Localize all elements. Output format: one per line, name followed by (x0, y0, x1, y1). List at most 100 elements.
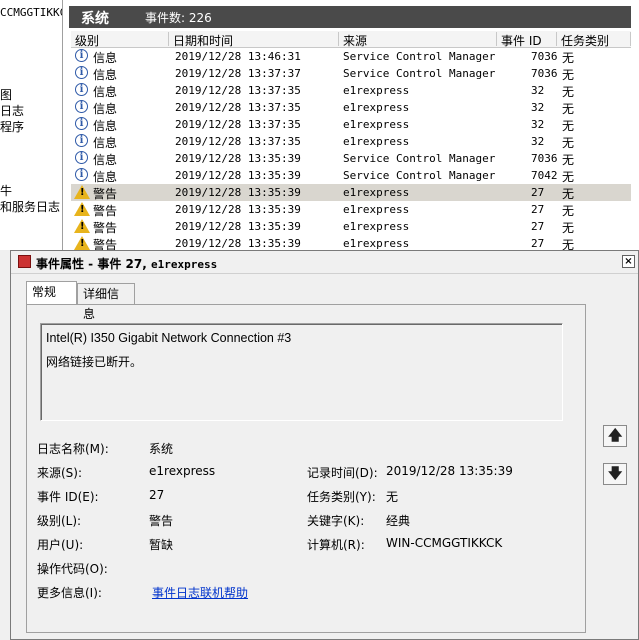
table-row[interactable]: i 信息 2019/12/28 13:35:39 Service Control Ma… (71, 150, 631, 167)
info-icon: i (75, 49, 88, 62)
event-viewer-icon (18, 255, 31, 268)
task-cell: 无 (562, 51, 575, 65)
column-header-source[interactable]: 来源 (339, 32, 497, 48)
table-row[interactable]: i 信息 2019/12/28 13:37:35 e1rexpress 32 无 (71, 133, 631, 150)
level-cell: 信息 (93, 136, 118, 150)
info-icon: i (75, 66, 88, 79)
task-category-label: 任务类别(Y): (307, 490, 376, 504)
source-cell: Service Control Manager (343, 67, 496, 80)
task-category-value: 无 (386, 490, 399, 504)
navigation-tree: CCMGGTIKKC 图 日志 程序 牛 和服务日志 (0, 0, 62, 250)
logged-value: 2019/12/28 13:35:39 (386, 464, 513, 478)
warning-icon (74, 202, 90, 216)
task-cell: 无 (562, 187, 575, 201)
keywords-label: 关键字(K): (307, 514, 365, 528)
next-event-button[interactable]: 🡇 (603, 463, 627, 485)
description-line: 网络链接已断开。 (46, 355, 143, 369)
table-row[interactable]: i 信息 2019/12/28 13:37:37 Service Control Ma… (71, 65, 631, 82)
info-icon: i (75, 100, 88, 113)
tree-host-label[interactable]: CCMGGTIKKC (0, 6, 62, 19)
event-rows: i 信息 2019/12/28 13:46:31 Service Control Ma… (71, 48, 631, 250)
level-label: 级别(L): (37, 514, 82, 528)
table-row[interactable]: 警告 2019/12/28 13:35:39 e1rexpress 27 无 (71, 218, 631, 235)
computer-value: WIN-CCMGGTIKKCK (386, 536, 503, 550)
event-id-cell: 7036 (531, 152, 558, 165)
datetime-cell: 2019/12/28 13:35:39 (175, 186, 301, 199)
datetime-cell: 2019/12/28 13:35:39 (175, 152, 301, 165)
info-icon: i (75, 117, 88, 130)
table-row[interactable]: 警告 2019/12/28 13:35:39 e1rexpress 27 无 (71, 201, 631, 218)
event-id-cell: 7036 (531, 67, 558, 80)
close-icon[interactable]: × (622, 255, 635, 268)
source-label: 来源(S): (37, 466, 83, 480)
column-header-task[interactable]: 任务类别 (557, 32, 631, 48)
event-id-cell: 32 (531, 118, 545, 131)
previous-event-button[interactable]: 🡅 (603, 425, 627, 447)
level-value: 警告 (149, 514, 174, 528)
source-cell: e1rexpress (343, 135, 410, 148)
datetime-cell: 2019/12/28 13:35:39 (175, 169, 301, 182)
datetime-cell: 2019/12/28 13:35:39 (175, 237, 301, 250)
log-name-value: 系统 (149, 442, 174, 456)
task-cell: 无 (562, 85, 575, 99)
level-cell: 信息 (93, 102, 118, 116)
datetime-cell: 2019/12/28 13:37:35 (175, 135, 301, 148)
event-id-cell: 32 (531, 135, 545, 148)
event-count: 事件数: 226 (145, 11, 212, 25)
info-icon: i (75, 168, 88, 181)
log-title: 系统 (81, 11, 109, 27)
task-cell: 无 (562, 68, 575, 82)
tab-general[interactable]: 常规 (26, 281, 77, 305)
event-id-cell: 27 (531, 203, 545, 216)
event-id-cell: 27 (531, 220, 545, 233)
level-cell: 信息 (93, 119, 118, 133)
datetime-cell: 2019/12/28 13:35:39 (175, 220, 301, 233)
table-row[interactable]: i 信息 2019/12/28 13:46:31 Service Control Ma… (71, 48, 631, 65)
datetime-cell: 2019/12/28 13:37:35 (175, 118, 301, 131)
log-name-label: 日志名称(M): (37, 442, 109, 456)
tree-item[interactable]: 和服务日志 (0, 198, 60, 215)
tree-item[interactable]: 牛 (0, 182, 12, 199)
event-id-cell: 7036 (531, 50, 558, 63)
task-cell: 无 (562, 136, 575, 150)
level-cell: 信息 (93, 68, 118, 82)
table-row[interactable]: i 信息 2019/12/28 13:37:35 e1rexpress 32 无 (71, 99, 631, 116)
keywords-value: 经典 (386, 514, 411, 528)
table-row[interactable]: 警告 2019/12/28 13:35:39 e1rexpress 27 无 (71, 235, 631, 250)
table-row[interactable]: 警告 2019/12/28 13:35:39 e1rexpress 27 无 (71, 184, 631, 201)
column-header-event-id[interactable]: 事件 ID (497, 32, 557, 48)
level-cell: 警告 (93, 221, 118, 235)
event-id-cell: 32 (531, 101, 545, 114)
info-icon: i (75, 83, 88, 96)
online-help-link[interactable]: 事件日志联机帮助 (152, 584, 248, 601)
source-cell: e1rexpress (343, 220, 410, 233)
tree-item[interactable]: 日志 (0, 102, 24, 119)
dialog-title-source: e1rexpress (150, 258, 218, 271)
source-cell: Service Control Manager (343, 50, 496, 63)
event-id-value: 27 (149, 488, 165, 502)
dialog-titlebar[interactable]: 事件属性 - 事件 27, e1rexpress × (11, 251, 638, 274)
table-row[interactable]: i 信息 2019/12/28 13:37:35 e1rexpress 32 无 (71, 116, 631, 133)
level-cell: 警告 (93, 187, 118, 201)
dialog-title: 事件属性 - 事件 27, e1rexpress (36, 255, 217, 272)
event-list-pane: 系统 事件数: 226 级别 日期和时间 来源 事件 ID 任务类别 i 信息 20… (62, 0, 639, 250)
info-icon: i (75, 134, 88, 147)
warning-icon (74, 185, 90, 199)
computer-label: 计算机(R): (307, 538, 365, 552)
column-header-level[interactable]: 级别 (71, 32, 169, 48)
task-cell: 无 (562, 238, 575, 250)
event-description-box[interactable]: Intel(R) I350 Gigabit Network Connection… (40, 323, 563, 421)
table-row[interactable]: i 信息 2019/12/28 13:37:35 e1rexpress 32 无 (71, 82, 631, 99)
tab-details[interactable]: 详细信息 (77, 283, 135, 321)
task-cell: 无 (562, 119, 575, 133)
table-row[interactable]: i 信息 2019/12/28 13:35:39 Service Control Ma… (71, 167, 631, 184)
tree-item[interactable]: 程序 (0, 118, 24, 135)
warning-icon (74, 219, 90, 233)
up-arrow-icon: 🡅 (608, 428, 623, 444)
down-arrow-icon: 🡇 (608, 466, 623, 482)
tree-item[interactable]: 图 (0, 86, 12, 103)
source-cell: e1rexpress (343, 186, 410, 199)
task-cell: 无 (562, 153, 575, 167)
column-header-datetime[interactable]: 日期和时间 (169, 32, 339, 48)
more-info-label: 更多信息(I): (37, 586, 102, 600)
